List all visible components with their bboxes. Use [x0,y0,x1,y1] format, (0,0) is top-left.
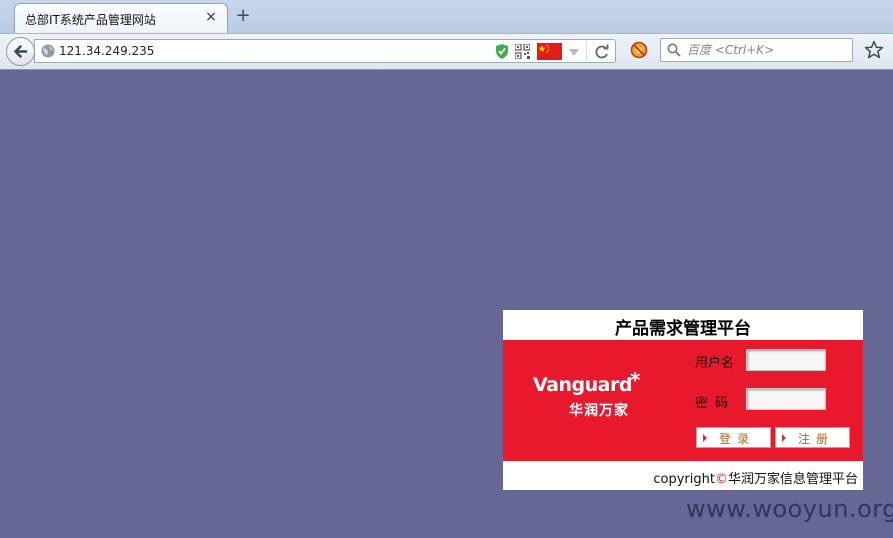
address-bar[interactable]: 121.34.249.235 [34,39,616,63]
divider [586,42,587,61]
watermark: www.wooyun.org [686,495,893,523]
new-tab-button[interactable]: + [234,7,252,25]
globe-icon [41,44,55,58]
logo-word: Vanguard [533,374,632,396]
search-icon [667,43,681,57]
arrow-left-icon [14,45,28,58]
url-text: 121.34.249.235 [59,44,155,58]
close-tab-icon[interactable]: × [203,9,219,25]
copyright-owner: 华润万家信息管理平台 [727,472,858,487]
tab-title: 总部IT系统产品管理网站 [25,13,156,27]
chevron-down-icon[interactable] [567,45,581,59]
login-button-label: 登录 [719,432,756,446]
reload-icon[interactable] [593,43,611,61]
username-input[interactable] [746,349,826,371]
copyright-symbol: © [714,472,728,487]
username-label: 用户名 [695,356,735,371]
logo-cn: 华润万家 [569,403,629,419]
password-label: 密码 [695,396,736,411]
copyright-prefix: copyright [653,472,715,487]
back-button[interactable] [6,37,35,66]
flag-stars-icon [538,44,550,53]
logo-star: * [630,368,641,392]
search-input[interactable] [687,41,847,59]
shield-icon[interactable] [494,43,510,60]
search-bar[interactable] [660,38,853,62]
blocked-addon-icon[interactable] [630,41,648,59]
tab-active[interactable]: 总部IT系统产品管理网站 × [14,3,228,34]
arrow-right-icon [703,434,707,442]
login-button[interactable]: 登录 [696,427,771,448]
password-input[interactable] [746,388,826,410]
china-flag-icon[interactable] [537,43,562,60]
qr-code-icon[interactable] [515,44,530,59]
register-button-label: 注册 [798,432,835,446]
arrow-right-icon [782,434,786,442]
tab-strip: 总部IT系统产品管理网站 × + [0,0,893,34]
panel-title: 产品需求管理平台 [615,319,751,339]
login-panel: 产品需求管理平台 Vanguard * 华润万家 用户名 密码 登录 注册 co… [503,310,863,490]
register-button[interactable]: 注册 [775,427,850,448]
copyright-text: copyright©华润万家信息管理平台 [653,468,858,487]
star-bookmark-icon[interactable] [864,40,884,60]
login-form: Vanguard * 华润万家 用户名 密码 登录 注册 [503,340,863,461]
vanguard-logo: Vanguard * 华润万家 [533,368,653,424]
